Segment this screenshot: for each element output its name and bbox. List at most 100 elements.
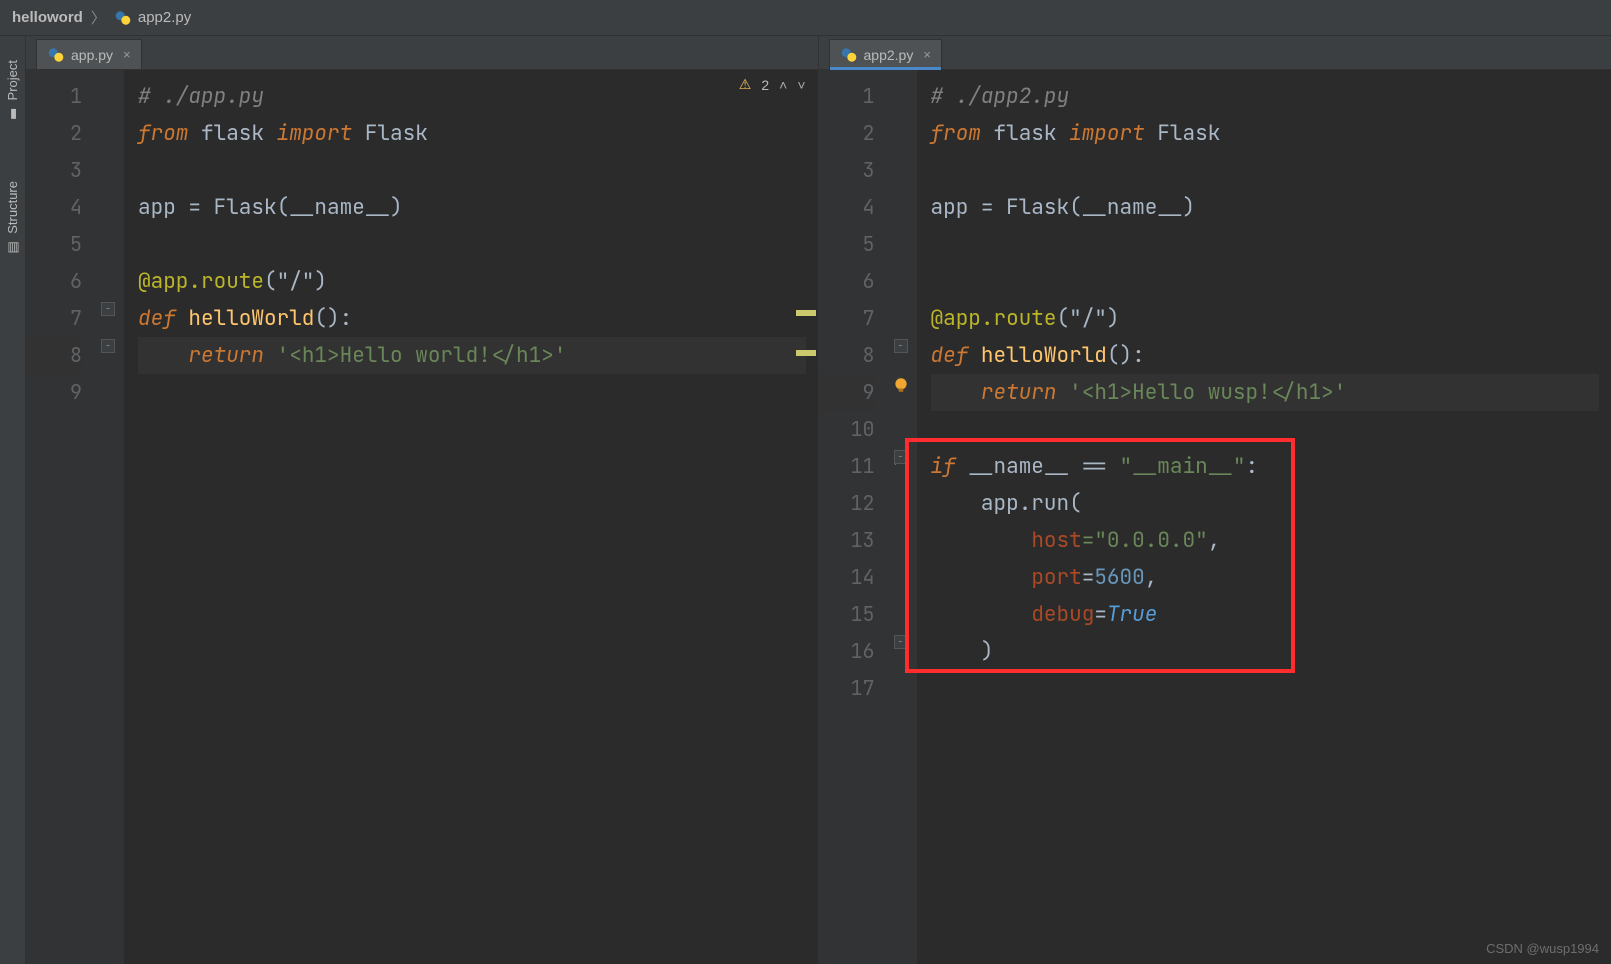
intention-bulb-icon[interactable]: [892, 376, 910, 394]
line-number: 13: [819, 522, 875, 559]
line-number: 6: [819, 263, 875, 300]
code-token: debug: [1031, 601, 1094, 628]
line-number: 8: [26, 337, 82, 374]
fold-toggle-icon[interactable]: −: [101, 302, 115, 316]
code-token: '<h1>Hello wusp!</h1>': [1057, 379, 1347, 406]
code-token: app.run(: [931, 490, 1082, 517]
line-number: 7: [819, 300, 875, 337]
tab-bar-right: app2.py ×: [819, 36, 1611, 70]
code-token: Flask: [1145, 120, 1221, 147]
line-number: 10: [819, 411, 875, 448]
code-token: from: [931, 120, 981, 147]
code-token: "__main__": [1107, 453, 1246, 480]
code-token: flask: [981, 120, 1069, 147]
tab-app2-py-label: app2.py: [864, 47, 914, 63]
chevron-up-icon[interactable]: ˄: [779, 77, 787, 93]
code-token: app = Flask(__name__): [931, 194, 1196, 221]
code-token: helloWorld: [176, 305, 315, 332]
line-number: 7: [26, 300, 82, 337]
python-file-icon: [840, 46, 858, 64]
code-token: ("/"): [1057, 305, 1120, 332]
code-token: app = Flask(__name__): [138, 194, 403, 221]
code-token: def: [138, 305, 176, 332]
code-token: if: [931, 453, 956, 480]
editor-split: app.py × 1 2 3 4 5 6 7 8 9 − − ⚠: [26, 36, 1611, 964]
code-token: __name__: [956, 453, 1082, 480]
gutter-right: 1 2 3 4 5 6 7 8 9 10 11 12 13 14 15 16 1…: [819, 70, 889, 964]
python-file-icon: [47, 46, 65, 64]
code-token: @app.route: [931, 305, 1057, 332]
editor-right[interactable]: 1 2 3 4 5 6 7 8 9 10 11 12 13 14 15 16 1…: [819, 70, 1611, 964]
code-token: ,: [1208, 527, 1221, 554]
breadcrumb-project[interactable]: helloword: [12, 9, 83, 26]
code-token: # ./app.py: [138, 83, 264, 110]
fold-toggle-icon[interactable]: −: [894, 339, 908, 353]
line-number: 15: [819, 596, 875, 633]
line-number: 5: [819, 226, 875, 263]
watermark: CSDN @wusp1994: [1486, 941, 1599, 956]
line-number: 17: [819, 670, 875, 707]
fold-toggle-icon[interactable]: −: [894, 450, 908, 464]
breadcrumb-file-label: app2.py: [138, 9, 191, 26]
inspection-count: 2: [761, 77, 769, 93]
breadcrumb-project-label: helloword: [12, 9, 83, 26]
code-token: import: [277, 120, 353, 147]
tool-project-label: Project: [5, 60, 20, 100]
breadcrumb-sep-icon: 〉: [91, 7, 106, 28]
tool-structure-button[interactable]: ▥ Structure: [5, 181, 20, 255]
line-number: 16: [819, 633, 875, 670]
code-token: Flask: [352, 120, 428, 147]
code-token: return: [981, 379, 1057, 406]
tool-window-strip: ▮ Project ▥ Structure: [0, 36, 26, 964]
line-number: 9: [26, 374, 82, 411]
line-number: 8: [819, 337, 875, 374]
code-token: return: [188, 342, 264, 369]
code-token: def: [931, 342, 969, 369]
code-token: # ./app2.py: [931, 83, 1070, 110]
scrollbar-right[interactable]: [1599, 70, 1611, 964]
scrollbar-left[interactable]: [806, 70, 818, 964]
tool-structure-label: Structure: [5, 181, 20, 234]
line-number: 4: [819, 189, 875, 226]
tool-project-button[interactable]: ▮ Project: [5, 60, 20, 121]
code-token: ():: [1107, 342, 1145, 369]
close-icon[interactable]: ×: [923, 47, 931, 62]
breadcrumb-file[interactable]: app2.py: [114, 9, 191, 27]
code-right[interactable]: # ./app2.py from flask import Flask app …: [917, 70, 1611, 964]
editor-pane-right: app2.py × 1 2 3 4 5 6 7 8 9 10 11 12 13 …: [819, 36, 1611, 964]
breadcrumb: helloword 〉 app2.py: [0, 0, 1611, 36]
tab-app-py[interactable]: app.py ×: [36, 39, 142, 69]
code-left[interactable]: ⚠ 2 ˄ ˅ # ./app.py from flask import Fla…: [124, 70, 818, 964]
code-token: =: [1082, 564, 1095, 591]
code-token: ("/"): [264, 268, 327, 295]
line-number: 1: [819, 78, 875, 115]
line-number: 12: [819, 485, 875, 522]
chevron-down-icon[interactable]: ˅: [797, 77, 805, 93]
tab-app2-py[interactable]: app2.py ×: [829, 39, 942, 69]
line-number: 4: [26, 189, 82, 226]
fold-toggle-icon[interactable]: −: [101, 339, 115, 353]
code-token: '<h1>Hello world!</h1>': [264, 342, 566, 369]
fold-gutter-left: − −: [96, 70, 124, 964]
line-number: 11: [819, 448, 875, 485]
code-token: helloWorld: [968, 342, 1107, 369]
inspections-widget[interactable]: ⚠ 2 ˄ ˅: [739, 76, 806, 93]
folder-icon: ▮: [5, 106, 20, 121]
line-number: 6: [26, 263, 82, 300]
close-icon[interactable]: ×: [123, 47, 131, 62]
code-token: =: [1094, 601, 1107, 628]
line-number: 2: [26, 115, 82, 152]
code-token: port: [1031, 564, 1081, 591]
code-token: ,: [1145, 564, 1158, 591]
code-token: host: [1031, 527, 1081, 554]
warning-icon: ⚠: [739, 76, 752, 93]
editor-pane-left: app.py × 1 2 3 4 5 6 7 8 9 − − ⚠: [26, 36, 819, 964]
tab-app-py-label: app.py: [71, 47, 113, 63]
fold-toggle-icon[interactable]: −: [894, 635, 908, 649]
tab-bar-left: app.py ×: [26, 36, 818, 70]
line-number: 14: [819, 559, 875, 596]
python-file-icon: [114, 9, 132, 27]
editor-left[interactable]: 1 2 3 4 5 6 7 8 9 − − ⚠ 2 ˄ ˅: [26, 70, 818, 964]
line-number: 1: [26, 78, 82, 115]
line-number: 5: [26, 226, 82, 263]
